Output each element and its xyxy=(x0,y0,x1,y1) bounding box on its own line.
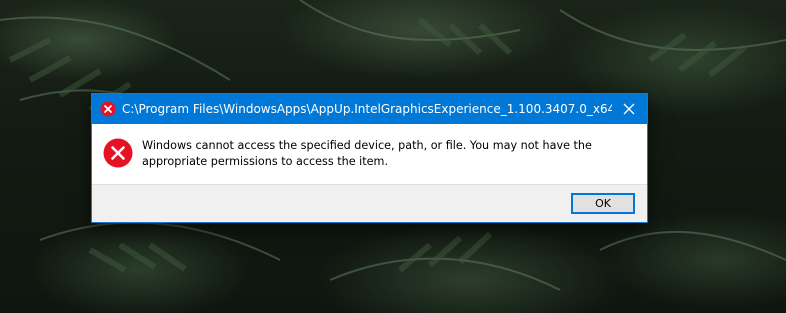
close-icon xyxy=(623,103,635,115)
dialog-footer: OK xyxy=(92,184,647,222)
error-icon xyxy=(100,101,116,117)
title-bar: C:\Program Files\WindowsApps\AppUp.Intel… xyxy=(92,94,647,124)
close-button[interactable] xyxy=(611,94,647,124)
error-dialog: C:\Program Files\WindowsApps\AppUp.Intel… xyxy=(91,93,648,223)
ok-button[interactable]: OK xyxy=(571,193,635,214)
dialog-content: Windows cannot access the specified devi… xyxy=(92,124,647,184)
error-message: Windows cannot access the specified devi… xyxy=(142,139,592,168)
error-icon xyxy=(103,138,133,168)
dialog-title: C:\Program Files\WindowsApps\AppUp.Intel… xyxy=(122,102,612,116)
